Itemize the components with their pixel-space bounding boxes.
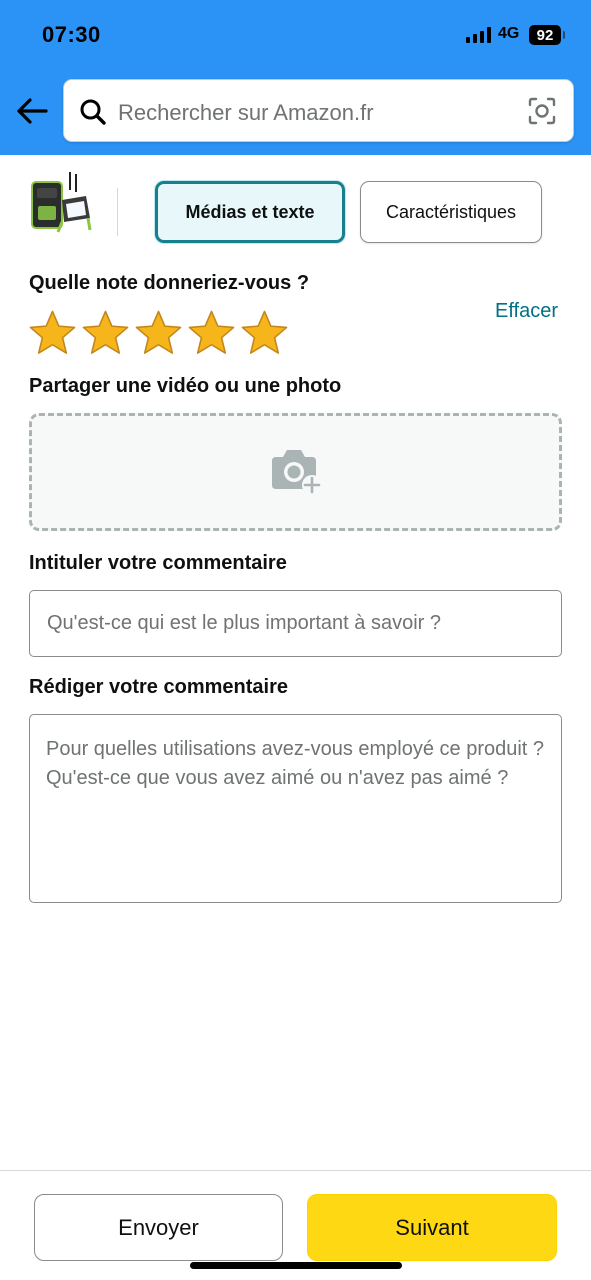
back-arrow-icon[interactable] (16, 96, 48, 126)
media-section-title: Partager une vidéo ou une photo (29, 375, 342, 397)
home-indicator (190, 1262, 402, 1269)
star-icon[interactable] (28, 309, 77, 357)
rating-question: Quelle note donneriez-vous ? (29, 272, 310, 294)
clear-rating-link[interactable]: Effacer (495, 300, 558, 323)
search-icon (80, 99, 106, 125)
star-icon[interactable] (187, 309, 236, 357)
review-title-input[interactable]: Qu'est-ce qui est le plus important à sa… (29, 590, 562, 657)
app-header: 07:30 4G 92 Rechercher sur Amazon.fr (0, 0, 591, 155)
signal-icon (466, 27, 491, 43)
star-icon[interactable] (134, 309, 183, 357)
bottom-divider (0, 1170, 591, 1171)
product-thumbnail (31, 172, 92, 233)
tab-media-text[interactable]: Médias et texte (155, 181, 345, 243)
review-body-label: Rédiger votre commentaire (29, 676, 288, 698)
battery-icon: 92 (529, 25, 565, 45)
star-icon[interactable] (81, 309, 130, 357)
tab-specifications[interactable]: Caractéristiques (360, 181, 542, 243)
review-body-placeholder: Pour quelles utilisations avez-vous empl… (46, 738, 545, 789)
send-button[interactable]: Envoyer (34, 1194, 283, 1261)
network-type: 4G (498, 25, 520, 42)
status-time: 07:30 (42, 22, 101, 47)
media-upload-area[interactable] (29, 413, 562, 531)
battery-level: 92 (536, 26, 554, 44)
review-body-textarea[interactable]: Pour quelles utilisations avez-vous empl… (29, 714, 562, 903)
camera-search-icon[interactable] (528, 97, 556, 125)
star-rating[interactable] (28, 309, 289, 357)
next-button[interactable]: Suivant (307, 1194, 557, 1261)
divider (117, 188, 118, 236)
add-photo-icon (271, 450, 322, 495)
star-icon[interactable] (240, 309, 289, 357)
review-title-placeholder: Qu'est-ce qui est le plus important à sa… (47, 612, 442, 634)
search-placeholder: Rechercher sur Amazon.fr (118, 100, 374, 125)
search-input[interactable]: Rechercher sur Amazon.fr (63, 79, 574, 142)
review-title-label: Intituler votre commentaire (29, 552, 287, 574)
